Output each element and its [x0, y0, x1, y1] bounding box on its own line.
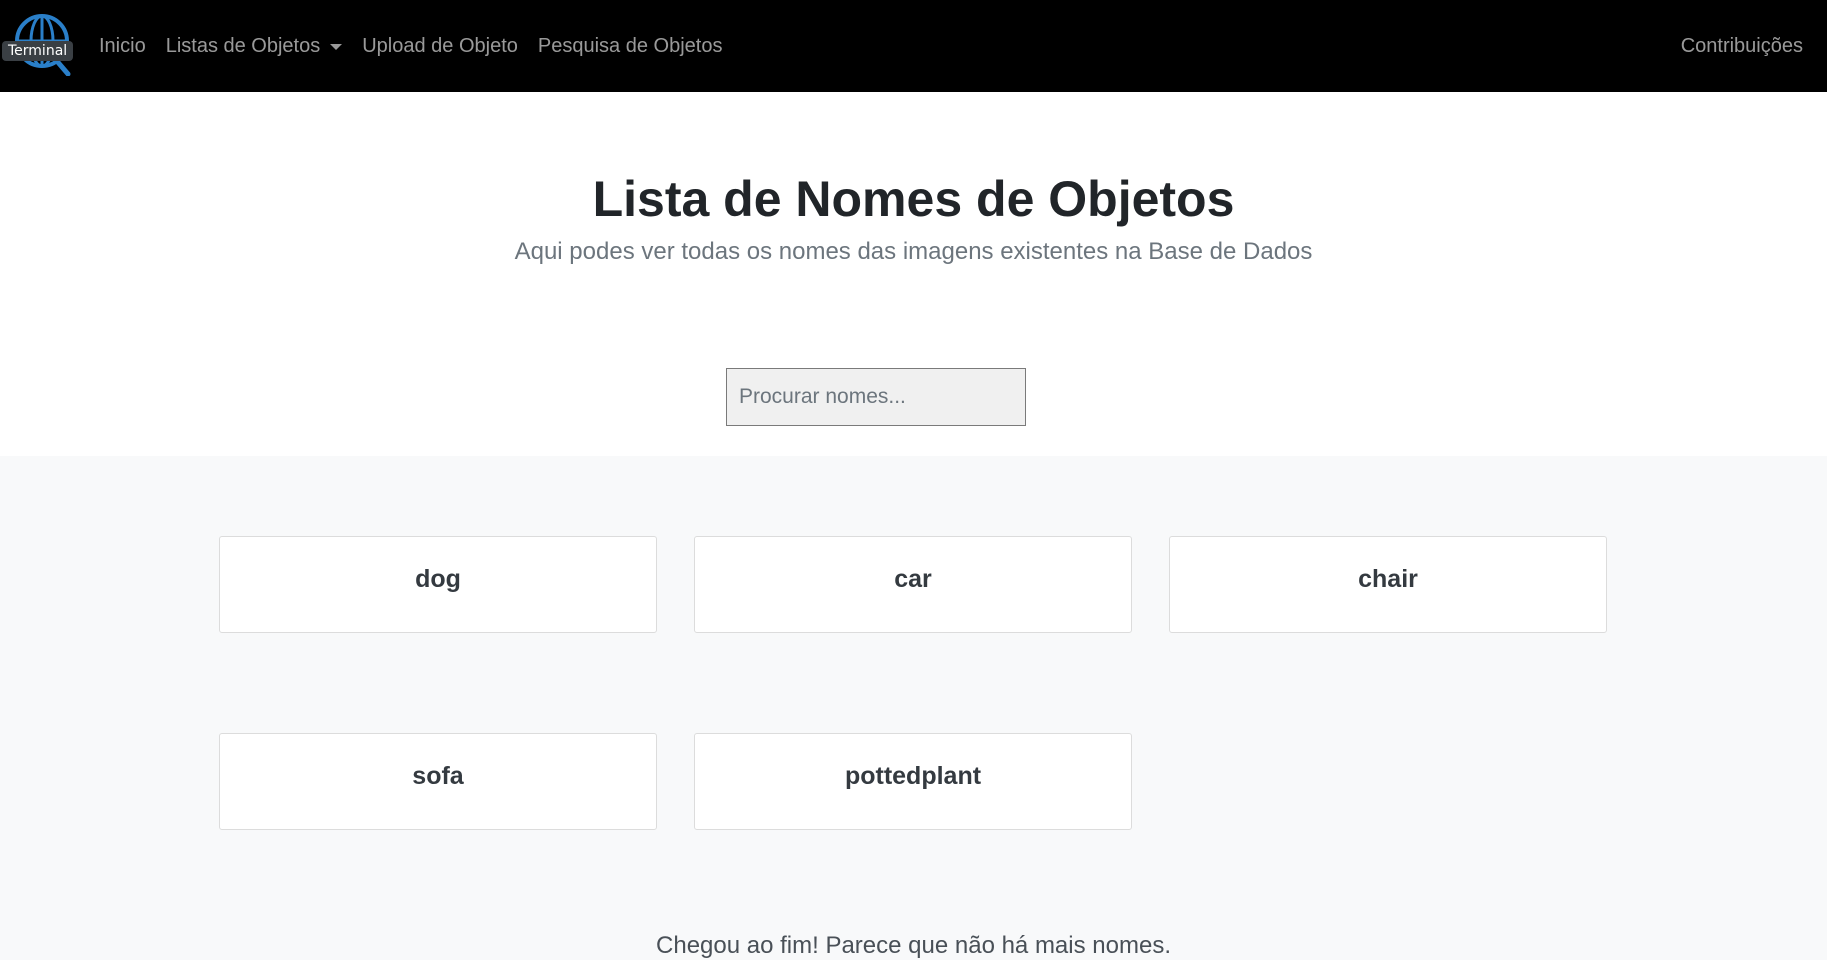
nav-item-listas-de-objetos[interactable]: Listas de Objetos — [166, 35, 343, 58]
cards-section: dog car chair sofa pottedplant — [0, 456, 1827, 944]
name-card[interactable]: pottedplant — [694, 733, 1132, 830]
name-card[interactable]: dog — [219, 536, 657, 633]
nav-item-label: Listas de Objetos — [165, 34, 321, 57]
caret-down-icon — [330, 44, 343, 50]
nav-item-upload-de-objeto[interactable]: Upload de Objeto — [362, 35, 518, 58]
page-subtitle: Aqui podes ver todas os nomes das imagen… — [514, 238, 1313, 265]
nav-links: Inicio Listas de Objetos Upload de Objet… — [99, 0, 742, 92]
nav-item-pesquisa-de-objetos[interactable]: Pesquisa de Objetos — [538, 35, 723, 58]
name-card[interactable]: chair — [1169, 536, 1607, 633]
search-input[interactable] — [726, 368, 1026, 426]
end-of-list-message: Chegou ao fim! Parece que não há mais no… — [656, 932, 1171, 959]
nav-item-contribuicoes[interactable]: Contribuições — [1681, 0, 1803, 92]
brand-logo[interactable]: Terminal — [2, 14, 84, 76]
nav-item-inicio[interactable]: Inicio — [99, 35, 146, 58]
page-title: Lista de Nomes de Objetos — [592, 171, 1235, 227]
name-card[interactable]: car — [694, 536, 1132, 633]
navbar: Terminal Inicio Listas de Objetos Upload… — [0, 0, 1827, 92]
brand-label: Terminal — [2, 41, 74, 61]
name-card[interactable]: sofa — [219, 733, 657, 830]
